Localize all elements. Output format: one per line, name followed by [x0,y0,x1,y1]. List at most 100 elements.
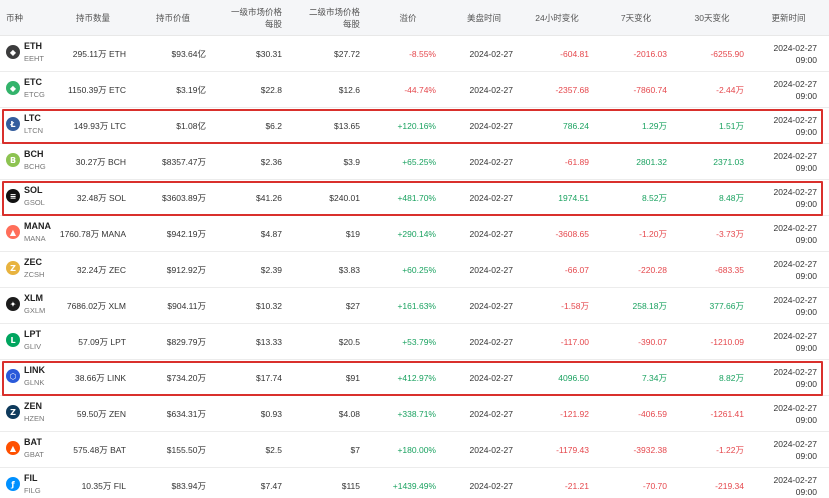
updated-date: 2024-02-27 [773,331,817,341]
premium-cell: -44.74% [404,85,436,95]
updated-clock: 09:00 [795,451,817,461]
header-us-close[interactable]: 美盘时间 [455,0,513,36]
chg7d-cell: 1.29万 [641,121,667,131]
premium-cell: +161.63% [397,301,436,311]
primary-price-cell: $0.93 [260,409,282,419]
secondary-price-cell: $27 [345,301,360,311]
chg7d-cell: -390.07 [638,337,667,347]
primary-price-cell: $2.39 [260,265,282,275]
updated-time-cell: 2024-02-27 09:00 [774,432,817,468]
header-secondary-price[interactable]: 二级市场价格 每股 [296,0,360,36]
chg30d-cell: 8.48万 [718,193,744,203]
zen-icon: Z [6,405,20,419]
primary-price-cell: $10.32 [256,301,282,311]
secondary-price-cell: $240.01 [329,193,360,203]
table-row[interactable]: ✦ XLM GXLM 7686.02万 XLM $904.11万 $10.32 $27 +16… [0,288,829,324]
table-row[interactable]: ≡ SOL GSOL 32.48万 SOL $3603.89万 $41.26 $240.01… [0,180,829,216]
primary-price-cell: $2.36 [260,157,282,167]
header-chg24h[interactable]: 24小时变化 [525,0,589,36]
primary-price-cell: $6.2 [265,121,282,131]
updated-clock: 09:00 [795,163,817,173]
secondary-price-cell: $115 [341,481,360,491]
table-row[interactable]: Z ZEN HZEN 59.50万 ZEN $634.31万 $0.93 $4.08 +338… [0,396,829,432]
updated-date: 2024-02-27 [773,403,817,413]
value-cell: $904.11万 [167,301,206,311]
coin-symbol: ZEC [24,257,42,267]
table-row[interactable]: ◆ ETC ETCG 1150.39万 ETC $3.19亿 $22.8 $12.6 -44.… [0,72,829,108]
updated-clock: 09:00 [795,307,817,317]
trust-ticker: FILG [24,486,41,495]
premium-cell: +60.25% [402,265,436,275]
header-chg7d[interactable]: 7天变化 [605,0,667,36]
premium-cell: +1439.49% [392,481,436,491]
chg24h-cell: -117.00 [560,337,589,347]
header-holdings[interactable]: 持币数量 [60,0,126,36]
table-row[interactable]: L LPT GLIV 57.09万 LPT $829.79万 $13.33 $20.5 +53… [0,324,829,360]
table-row[interactable]: ƒ FIL FILG 10.35万 FIL $83.94万 $7.47 $115 +1439.… [0,468,829,498]
header-chg30d[interactable]: 30天变化 [680,0,744,36]
table-row[interactable]: Z ZEC ZCSH 32.24万 ZEC $912.92万 $2.39 $3.83 +60.… [0,252,829,288]
updated-clock: 09:00 [795,415,817,425]
primary-price-cell: $22.8 [260,85,282,95]
coin-symbol: ZEN [24,401,42,411]
chg24h-cell: -1179.43 [556,445,589,455]
value-cell: $912.92万 [166,265,206,275]
premium-cell: +481.70% [397,193,436,203]
coin-symbol: BCH [24,149,44,159]
header-value[interactable]: 持币价值 [140,0,206,36]
trust-ticker: HZEN [24,414,45,423]
trust-ticker: ZCSH [24,270,45,279]
secondary-price-cell: $4.08 [338,409,360,419]
table-row[interactable]: ▲ BAT GBAT 575.48万 BAT $155.50万 $2.5 $7 +180.00… [0,432,829,468]
table-row[interactable]: ⬡ LINK GLNK 38.66万 LINK $734.20万 $17.74 $91 +41… [0,360,829,396]
table-row[interactable]: Ł LTC LTCN 149.93万 LTC $1.08亿 $6.2 $13.65 +120.… [0,108,829,144]
us-close-date-cell: 2024-02-27 [469,337,513,347]
premium-cell: +338.71% [397,409,436,419]
holdings-cell: 1150.39万 ETC [68,85,126,95]
us-close-date-cell: 2024-02-27 [469,193,513,203]
holdings-cell: 149.93万 LTC [73,121,126,131]
table-row[interactable]: B BCH BCHG 30.27万 BCH $8357.47万 $2.36 $3.9 +65.… [0,144,829,180]
holdings-cell: 10.35万 FIL [81,481,126,491]
coin-symbol: XLM [24,293,43,303]
updated-date: 2024-02-27 [773,43,817,53]
header-updated[interactable]: 更新时间 [760,0,817,36]
table-row[interactable]: ▲ MANA MANA 1760.78万 MANA $942.19万 $4.87 $19 +2… [0,216,829,252]
value-cell: $734.20万 [166,373,206,383]
header-coin[interactable]: 币种 [6,0,46,36]
ltc-icon: Ł [6,117,20,131]
trust-ticker: GBAT [24,450,44,459]
holdings-cell: 32.24万 ZEC [76,265,126,275]
trust-ticker: EEHT [24,54,45,63]
chg24h-cell: -61.89 [564,157,589,167]
trust-ticker: MANA [24,234,46,243]
primary-price-cell: $17.74 [256,373,282,383]
secondary-price-cell: $12.6 [338,85,360,95]
us-close-date-cell: 2024-02-27 [469,373,513,383]
header-primary-price[interactable]: 一级市场价格 每股 [218,0,282,36]
updated-date: 2024-02-27 [773,187,817,197]
coin-symbol: LTC [24,113,41,123]
lpt-icon: L [6,333,20,347]
chg30d-cell: -1.22万 [716,445,744,455]
updated-time-cell: 2024-02-27 09:00 [774,180,817,216]
primary-price-cell: $7.47 [260,481,282,491]
table-row[interactable]: ◆ ETH EEHT 295.11万 ETH $93.64亿 $30.31 $27.72 -8… [0,36,829,72]
chg30d-cell: 1.51万 [718,121,744,131]
updated-time-cell: 2024-02-27 09:00 [774,144,817,180]
primary-price-cell: $13.33 [256,337,282,347]
us-close-date-cell: 2024-02-27 [469,409,513,419]
holdings-cell: 575.48万 BAT [73,445,126,455]
us-close-date-cell: 2024-02-27 [469,85,513,95]
chg24h-cell: -604.81 [560,49,589,59]
chg7d-cell: 7.34万 [641,373,667,383]
coin-symbol: LINK [24,365,45,375]
header-premium[interactable]: 溢价 [380,0,436,36]
eth-icon: ◆ [6,45,20,59]
holdings-cell: 295.11万 ETH [72,49,126,59]
chg30d-cell: 2371.03 [713,157,744,167]
chg30d-cell: -683.35 [715,265,744,275]
chg24h-cell: 786.24 [563,121,589,131]
primary-price-cell: $30.31 [256,49,282,59]
updated-clock: 09:00 [795,199,817,209]
